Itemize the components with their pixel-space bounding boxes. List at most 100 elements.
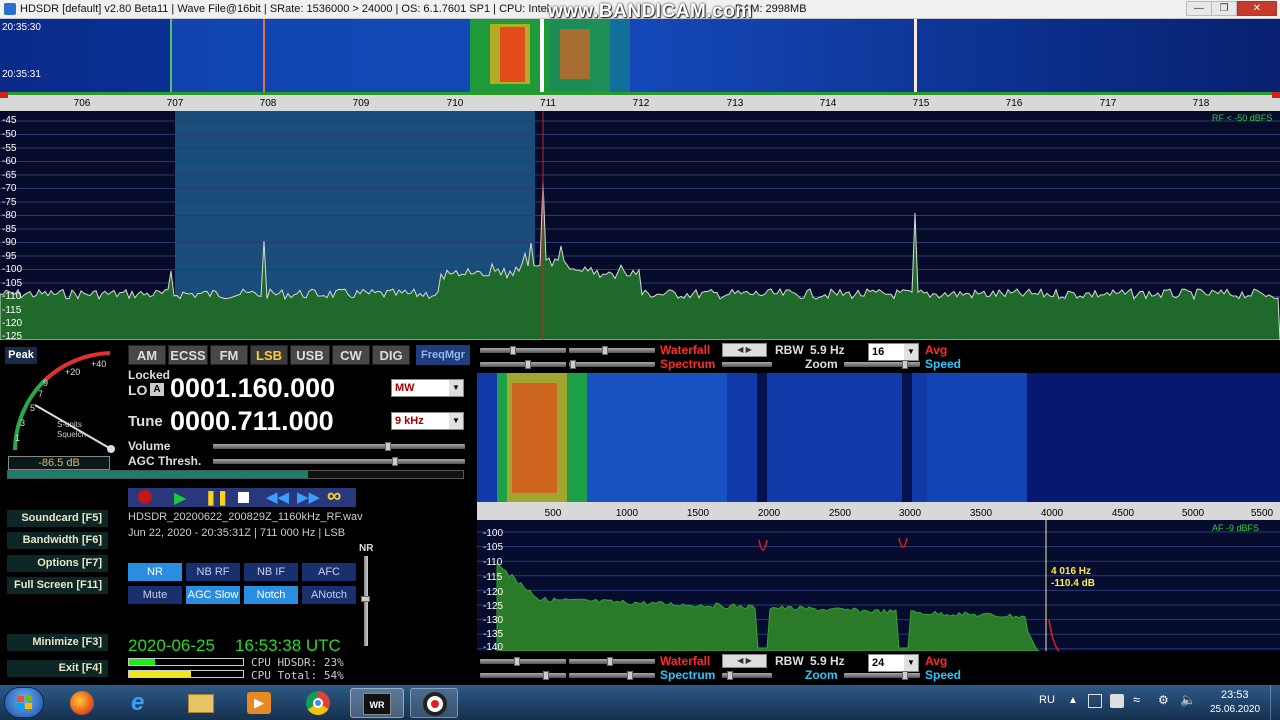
- rbw-arrows[interactable]: ◀ ▶: [722, 343, 767, 357]
- pause-icon[interactable]: ❚❚: [205, 489, 228, 506]
- full-screen-button[interactable]: Full Screen [F11]: [7, 577, 108, 594]
- af-waterfall[interactable]: [477, 373, 1280, 502]
- nb-rf-button[interactable]: NB RF: [186, 563, 240, 581]
- volume-icon[interactable]: 🔈: [1180, 692, 1196, 708]
- avg-select[interactable]: 16 ▼: [868, 343, 919, 361]
- slider-thumb[interactable]: [543, 671, 549, 680]
- chrome-icon: [306, 691, 330, 715]
- slider-thumb[interactable]: [514, 657, 520, 666]
- nb-if-button[interactable]: NB IF: [244, 563, 298, 581]
- mode-am-button[interactable]: AM: [128, 345, 166, 365]
- stop-icon[interactable]: [238, 492, 249, 503]
- af-tick-label: 4500: [1111, 508, 1135, 519]
- lo-a-button[interactable]: A: [150, 383, 164, 396]
- soundcard-button[interactable]: Soundcard [F5]: [7, 510, 108, 527]
- freq-tick-label: 711: [540, 98, 556, 109]
- slider-thumb[interactable]: [627, 671, 633, 680]
- mode-usb-button[interactable]: USB: [290, 345, 330, 365]
- agc-threshold-slider[interactable]: [213, 459, 465, 464]
- rf-spectrum[interactable]: RF < -50 dBFS -45 -50 -55 -60 -65 -70 -7…: [0, 111, 1280, 340]
- agc-threshold-thumb[interactable]: [392, 457, 398, 466]
- slider-thumb[interactable]: [570, 360, 576, 369]
- afc-button[interactable]: AFC: [302, 563, 356, 581]
- band-select[interactable]: MW ▼: [391, 379, 464, 397]
- spectrum-contrast-slider[interactable]: [569, 362, 655, 367]
- mode-lsb-button[interactable]: LSB: [250, 345, 288, 365]
- exit-button[interactable]: Exit [F4]: [7, 660, 108, 677]
- frequency-ruler[interactable]: 706 707 708 709 710 711 712 713 714 715 …: [0, 92, 1280, 111]
- af-spectrum-contrast-slider[interactable]: [569, 673, 655, 678]
- close-button[interactable]: ✕: [1237, 1, 1277, 16]
- anotch-button[interactable]: ANotch: [302, 586, 356, 604]
- rewind-icon[interactable]: ◀◀: [266, 488, 289, 506]
- slider-thumb[interactable]: [727, 671, 733, 680]
- af-tick-label: 500: [544, 508, 562, 519]
- af-waterfall-level-slider[interactable]: [480, 659, 566, 664]
- speed-slider[interactable]: [844, 362, 920, 367]
- taskbar-date[interactable]: 25.06.2020: [1210, 704, 1260, 715]
- tune-frequency[interactable]: 0000.711.000: [170, 406, 334, 437]
- hdsdr-taskbar-button[interactable]: WR: [350, 688, 404, 718]
- volume-slider[interactable]: [213, 444, 465, 449]
- af-spectrum[interactable]: AF -9 dBFS 4 016 Hz -110.4 dB -100 -105 …: [477, 520, 1280, 651]
- slider-thumb[interactable]: [902, 360, 908, 369]
- af-rbw-arrows[interactable]: ◀ ▶: [722, 654, 767, 668]
- chrome-taskbar-button[interactable]: [294, 688, 342, 718]
- file-explorer-taskbar-button[interactable]: [176, 688, 224, 718]
- start-button[interactable]: [4, 687, 44, 718]
- peak-button[interactable]: Peak: [5, 347, 37, 364]
- slider-thumb[interactable]: [607, 657, 613, 666]
- mute-button[interactable]: Mute: [128, 586, 182, 604]
- af-speed-slider[interactable]: [844, 673, 920, 678]
- media-player-taskbar-button[interactable]: ▶: [235, 688, 283, 718]
- internet-explorer-taskbar-button[interactable]: e: [117, 688, 165, 718]
- mode-cw-button[interactable]: CW: [332, 345, 370, 365]
- db-label: -75: [2, 197, 17, 208]
- slider-thumb[interactable]: [525, 360, 531, 369]
- tray-app-icon[interactable]: [1088, 694, 1102, 708]
- slider-thumb[interactable]: [510, 346, 516, 355]
- af-spectrum-level-slider[interactable]: [480, 673, 566, 678]
- nr-button[interactable]: NR: [128, 563, 182, 581]
- maximize-button[interactable]: ❐: [1211, 1, 1237, 16]
- record-icon[interactable]: [138, 490, 152, 504]
- volume-slider-thumb[interactable]: [385, 442, 391, 451]
- firefox-taskbar-button[interactable]: [58, 688, 106, 718]
- af-frequency-ruler[interactable]: 500 1000 1500 2000 2500 3000 3500 4000 4…: [477, 502, 1280, 520]
- mode-ecss-button[interactable]: ECSS: [168, 345, 208, 365]
- level-bar: [7, 470, 464, 479]
- lo-frequency[interactable]: 0001.160.000: [170, 373, 335, 404]
- waterfall-contrast-slider[interactable]: [569, 348, 655, 353]
- mode-fm-button[interactable]: FM: [210, 345, 248, 365]
- minimize-app-button[interactable]: Minimize [F3]: [7, 634, 108, 651]
- waterfall-level-slider[interactable]: [480, 348, 566, 353]
- slider-thumb[interactable]: [902, 671, 908, 680]
- rf-waterfall[interactable]: 20:35:30 20:35:31: [0, 19, 1280, 92]
- notch-button[interactable]: Notch: [244, 586, 298, 604]
- play-icon[interactable]: ▶: [174, 488, 186, 508]
- nr-slider-thumb[interactable]: [361, 596, 370, 602]
- language-indicator[interactable]: RU: [1039, 694, 1055, 706]
- af-avg-select[interactable]: 24 ▼: [868, 654, 919, 672]
- power-icon[interactable]: ⚙: [1158, 693, 1169, 707]
- network-icon[interactable]: ≈: [1133, 692, 1140, 707]
- show-desktop-button[interactable]: [1270, 685, 1280, 720]
- step-select[interactable]: 9 kHz ▼: [391, 412, 464, 430]
- zoom-left-slider[interactable]: [722, 362, 772, 367]
- locked-label: Locked: [128, 368, 171, 382]
- agc-slow-button[interactable]: AGC Slow: [186, 586, 240, 604]
- minimize-button[interactable]: —: [1186, 1, 1212, 16]
- slider-thumb[interactable]: [602, 346, 608, 355]
- taskbar-time[interactable]: 23:53: [1221, 689, 1249, 701]
- fast-forward-icon[interactable]: ▶▶: [297, 488, 320, 506]
- tray-flag-icon[interactable]: [1110, 694, 1124, 708]
- bandwidth-button[interactable]: Bandwidth [F6]: [7, 532, 108, 549]
- options-button[interactable]: Options [F7]: [7, 555, 108, 572]
- mode-dig-button[interactable]: DIG: [372, 345, 410, 365]
- af-tick-label: 3000: [898, 508, 922, 519]
- spectrum-level-slider[interactable]: [480, 362, 566, 367]
- bandicam-taskbar-button[interactable]: [410, 688, 458, 718]
- show-hidden-icons[interactable]: ▲: [1068, 695, 1078, 706]
- loop-icon[interactable]: ∞: [327, 485, 341, 508]
- freqmgr-button[interactable]: FreqMgr: [416, 345, 470, 365]
